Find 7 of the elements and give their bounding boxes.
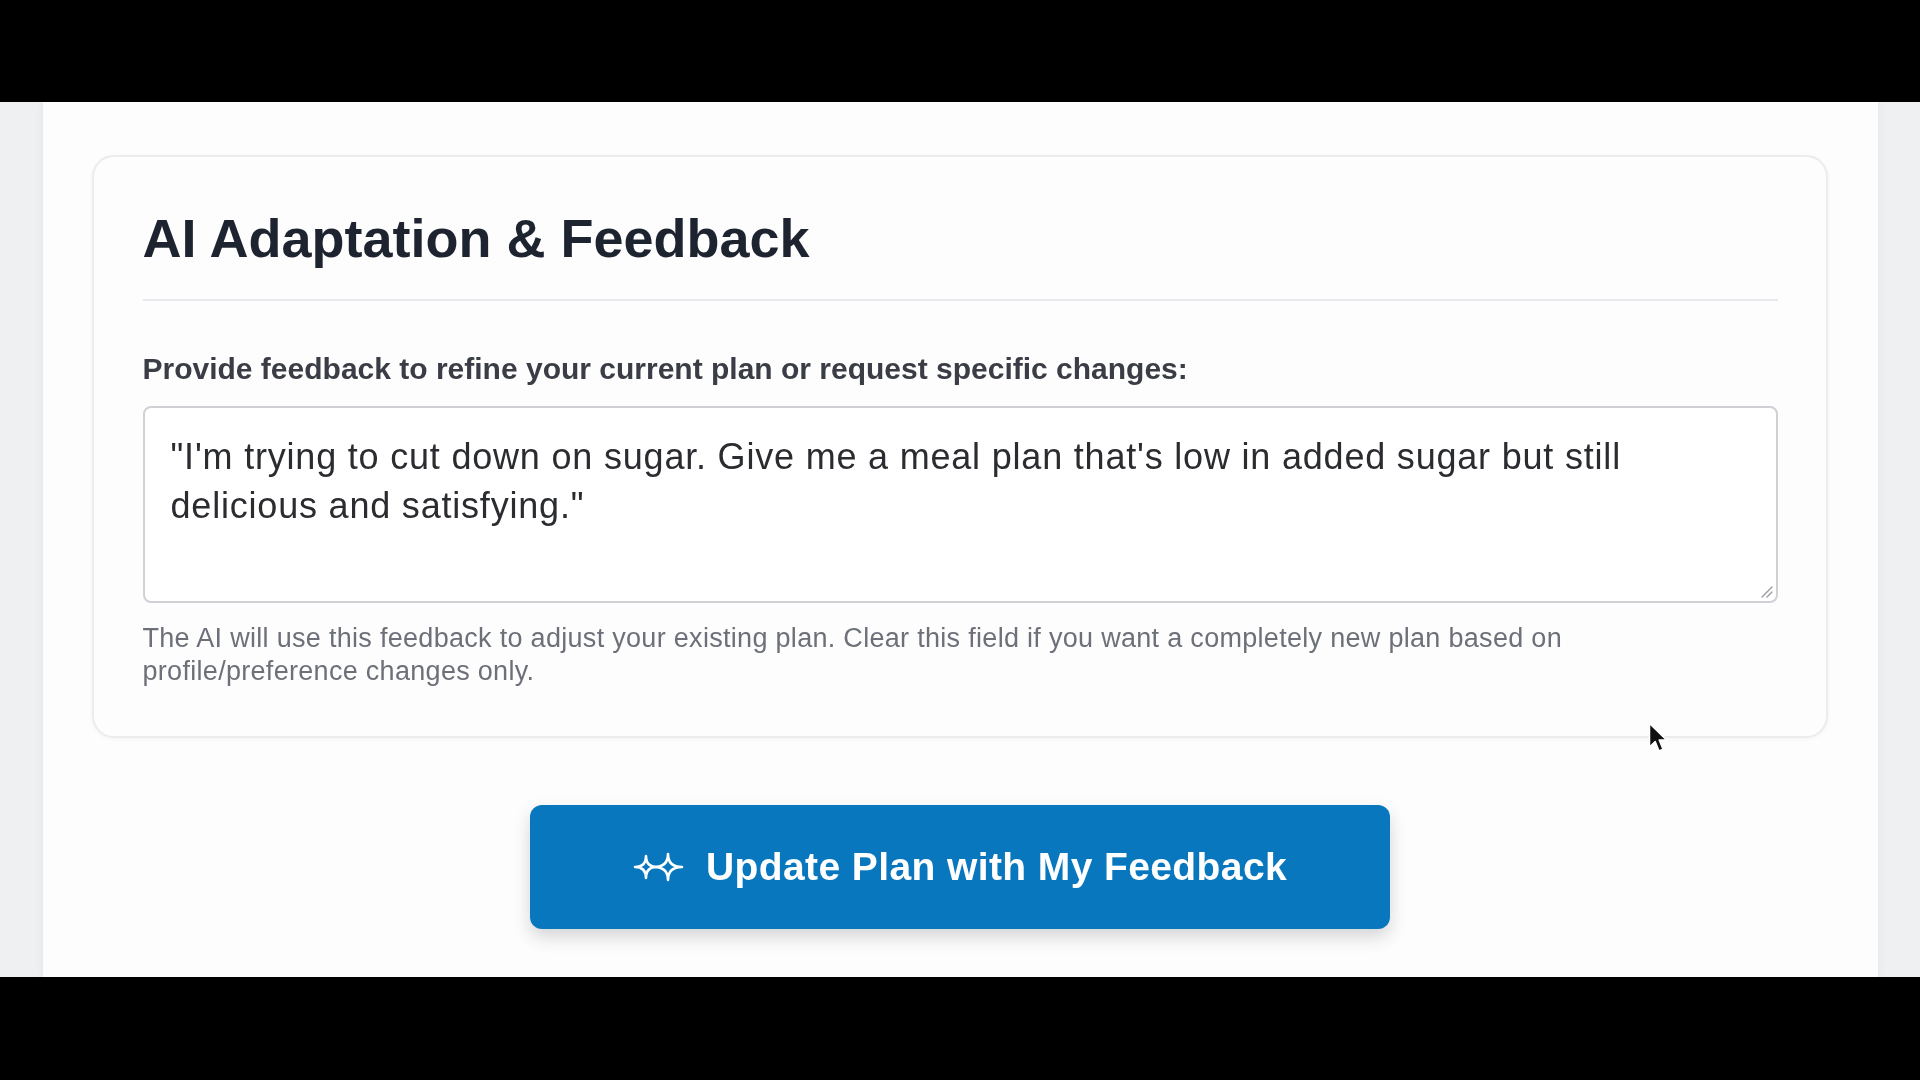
- section-title: AI Adaptation & Feedback: [142, 207, 1778, 301]
- sparkle-icon: [631, 852, 684, 882]
- feedback-textarea[interactable]: "I'm trying to cut down on sugar. Give me a meal plan that's low in added sugar but still delicious and satisfying.": [142, 406, 1778, 603]
- field-label: Provide feedback to refine your current plan or request specific changes:: [142, 351, 1189, 387]
- update-plan-button[interactable]: Update Plan with My Feedback: [529, 805, 1390, 929]
- help-text: The AI will use this feedback to adjust your existing plan. Clear this field if you want a completely new plan based on profile/preference changes only.: [142, 622, 1563, 688]
- resize-handle-icon[interactable]: [1760, 586, 1773, 598]
